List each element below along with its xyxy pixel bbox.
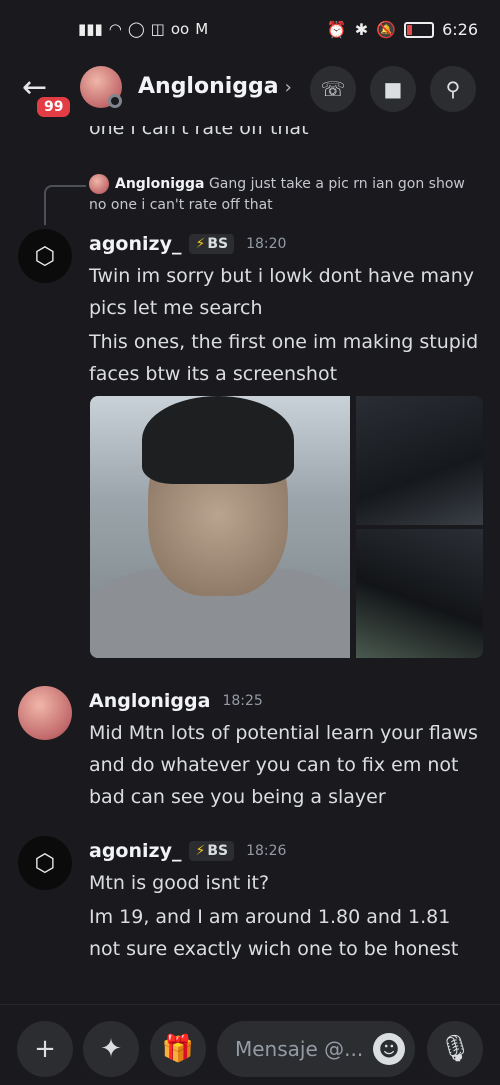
author-name[interactable]: agonizy_ (89, 233, 181, 255)
bolt-icon: ⚡ (195, 843, 206, 859)
smiley-icon: ☻ (378, 1037, 400, 1061)
author-name[interactable]: Anglonigga (89, 690, 210, 712)
image-detail (142, 396, 294, 484)
search-icon: ⚲ (445, 77, 461, 101)
avatar[interactable] (18, 686, 72, 740)
video-call-button[interactable]: ■ (370, 66, 416, 112)
message-text: Im 19, and I am around 1.80 and 1.81 not… (89, 906, 459, 960)
message-input-container[interactable]: ☻ (217, 1021, 415, 1077)
attachment-image[interactable] (356, 396, 483, 525)
bolt-icon: ⚡ (195, 236, 206, 252)
timestamp: 18:25 (222, 693, 263, 709)
message-text: Twin im sorry but i lowk dont have many … (89, 265, 474, 319)
clan-tag[interactable]: ⚡ BS (189, 841, 235, 861)
gift-icon: 🎁 (161, 1034, 195, 1064)
header-title-text: Anglonigga (138, 74, 279, 99)
voice-message-button[interactable]: 🎙 (427, 1021, 483, 1077)
apps-button[interactable]: ✦ (83, 1021, 139, 1077)
message-text: This ones, the first one im making stupi… (89, 331, 479, 385)
reply-preview[interactable]: Anglonigga Gang just take a pic rn ian g… (89, 174, 479, 216)
chevron-right-icon: › (284, 77, 292, 98)
timestamp: 18:26 (246, 843, 287, 859)
reply-avatar (89, 174, 109, 194)
message-group: agonizy_ ⚡ BS 18:26 Mtn is good isnt it? … (89, 837, 484, 967)
plus-icon: + (34, 1034, 56, 1064)
avatar[interactable]: ⬡ (18, 229, 72, 283)
message-group: agonizy_ ⚡ BS 18:20 Twin im sorry but i l… (89, 230, 484, 392)
unread-badge: 99 (34, 94, 74, 120)
search-button[interactable]: ⚲ (430, 66, 476, 112)
message-input[interactable] (233, 1036, 377, 1062)
reply-connector (44, 185, 86, 225)
attachment-image[interactable] (356, 529, 483, 658)
status-indicator (108, 94, 122, 108)
clan-tag-label: BS (207, 236, 229, 252)
clan-tag[interactable]: ⚡ BS (189, 234, 235, 254)
chat-header: ← 99 Anglonigga › ☏ ■ ⚲ (0, 60, 500, 126)
gift-button[interactable]: 🎁 (150, 1021, 206, 1077)
timestamp: 18:20 (246, 236, 287, 252)
phone-icon: ☏ (320, 77, 346, 101)
reply-author: Anglonigga (115, 176, 205, 192)
voice-call-button[interactable]: ☏ (310, 66, 356, 112)
message-list[interactable]: one i can't rate off that Anglonigga Gan… (0, 0, 500, 1000)
page-title[interactable]: Anglonigga › (138, 74, 292, 99)
clan-tag-label: BS (207, 843, 229, 859)
author-name[interactable]: agonizy_ (89, 840, 181, 862)
add-attachment-button[interactable]: + (17, 1021, 73, 1077)
composer-bar: + ✦ 🎁 ☻ 🎙 (0, 1004, 500, 1085)
video-camera-icon: ■ (383, 77, 403, 101)
message-group: Anglonigga 18:25 Mid Mtn lots of potenti… (89, 687, 484, 815)
message-text: Mtn is good isnt it? (89, 872, 270, 894)
attachment-image[interactable] (90, 396, 350, 658)
microphone-icon: 🎙 (438, 1034, 472, 1064)
avatar[interactable]: ⬡ (18, 836, 72, 890)
emoji-button[interactable]: ☻ (373, 1033, 405, 1065)
message-text: Mid Mtn lots of potential learn your fla… (89, 722, 478, 808)
apps-icon: ✦ (100, 1034, 122, 1064)
